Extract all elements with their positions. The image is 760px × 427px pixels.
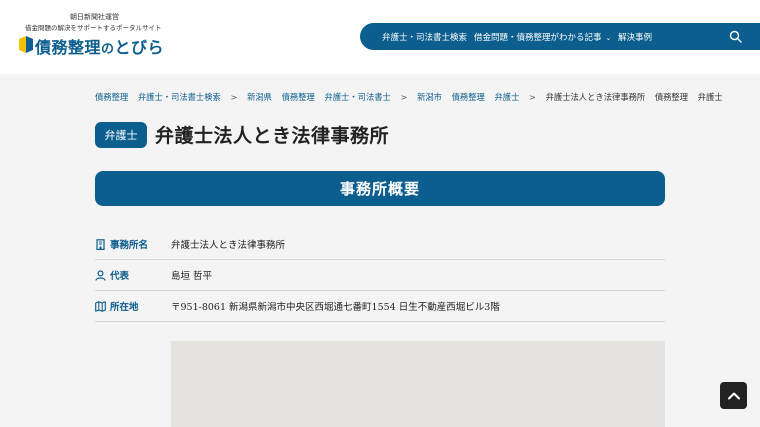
breadcrumb-link[interactable]: 弁護士 — [494, 92, 519, 102]
nav-case-studies[interactable]: 解決事例 — [618, 31, 652, 43]
chevron-up-icon — [727, 392, 740, 399]
nav-articles[interactable]: 借金問題・債務整理がわかる記事 ⌄ — [474, 31, 611, 43]
breadcrumb-link[interactable]: 債務整理 — [95, 92, 128, 102]
section-heading: 事務所概要 — [95, 171, 665, 206]
info-value: 島垣 哲平 — [171, 271, 213, 282]
back-to-top-button[interactable] — [720, 382, 747, 409]
page-title: 弁護士法人とき法律事務所 — [155, 125, 390, 147]
breadcrumb-link[interactable]: 債務整理 — [282, 92, 315, 102]
logo-tagline-description: 借金問題の解決をサポートするポータルサイト — [25, 24, 162, 32]
info-label: 事務所名 — [95, 237, 148, 251]
logo-tagline-operator: 朝日新聞社運営 — [70, 13, 119, 21]
building-icon — [96, 238, 105, 250]
site-logo[interactable]: 朝日新聞社運営 借金問題の解決をサポートするポータルサイト 債務整理のとびら — [19, 12, 179, 62]
breadcrumb-current: 債務整理 — [654, 92, 689, 102]
door-icon — [19, 36, 33, 53]
breadcrumb-link[interactable]: 新潟県 — [247, 92, 272, 102]
office-map[interactable] — [171, 341, 665, 427]
person-icon — [95, 269, 106, 281]
breadcrumb-link[interactable]: 弁護士・司法書士 — [324, 92, 390, 102]
breadcrumb-link[interactable]: 債務整理 — [452, 92, 485, 102]
search-icon[interactable] — [729, 30, 742, 43]
breadcrumb-separator: > — [230, 92, 238, 102]
chevron-down-icon: ⌄ — [605, 34, 612, 42]
breadcrumb: 債務整理 弁護士・司法書士検索 > 新潟県 債務整理 弁護士・司法書士 > 新潟… — [95, 91, 730, 103]
logo-wordmark: 債務整理のとびら — [35, 38, 165, 57]
info-label: 所在地 — [95, 299, 139, 313]
info-label: 代表 — [95, 268, 129, 282]
info-row-office-name: 事務所名 弁護士法人とき法律事務所 — [95, 229, 665, 260]
breadcrumb-separator: > — [400, 92, 408, 102]
breadcrumb-current: 弁護士法人とき法律事務所 — [545, 92, 646, 102]
info-row-representative: 代表 島垣 哲平 — [95, 260, 665, 291]
breadcrumb-link[interactable]: 新潟市 — [417, 92, 442, 102]
breadcrumb-separator: > — [529, 92, 536, 102]
lawyer-type-badge: 弁護士 — [95, 122, 147, 148]
site-header: 朝日新聞社運営 借金問題の解決をサポートするポータルサイト 債務整理のとびら 弁… — [0, 0, 760, 74]
breadcrumb-link[interactable]: 弁護士・司法書士検索 — [138, 92, 221, 102]
map-icon — [95, 300, 106, 312]
main-nav: 弁護士・司法書士検索 借金問題・債務整理がわかる記事 ⌄ 解決事例 — [360, 23, 760, 50]
nav-lawyer-search[interactable]: 弁護士・司法書士検索 — [382, 31, 467, 43]
info-row-address: 所在地 〒951-8061 新潟県新潟市中央区西堀通七番町1554 日生不動産西… — [95, 291, 665, 322]
info-value: 弁護士法人とき法律事務所 — [171, 240, 286, 251]
info-value: 〒951-8061 新潟県新潟市中央区西堀通七番町1554 日生不動産西堀ビル3… — [171, 302, 500, 313]
breadcrumb-current: 弁護士 — [697, 92, 723, 102]
